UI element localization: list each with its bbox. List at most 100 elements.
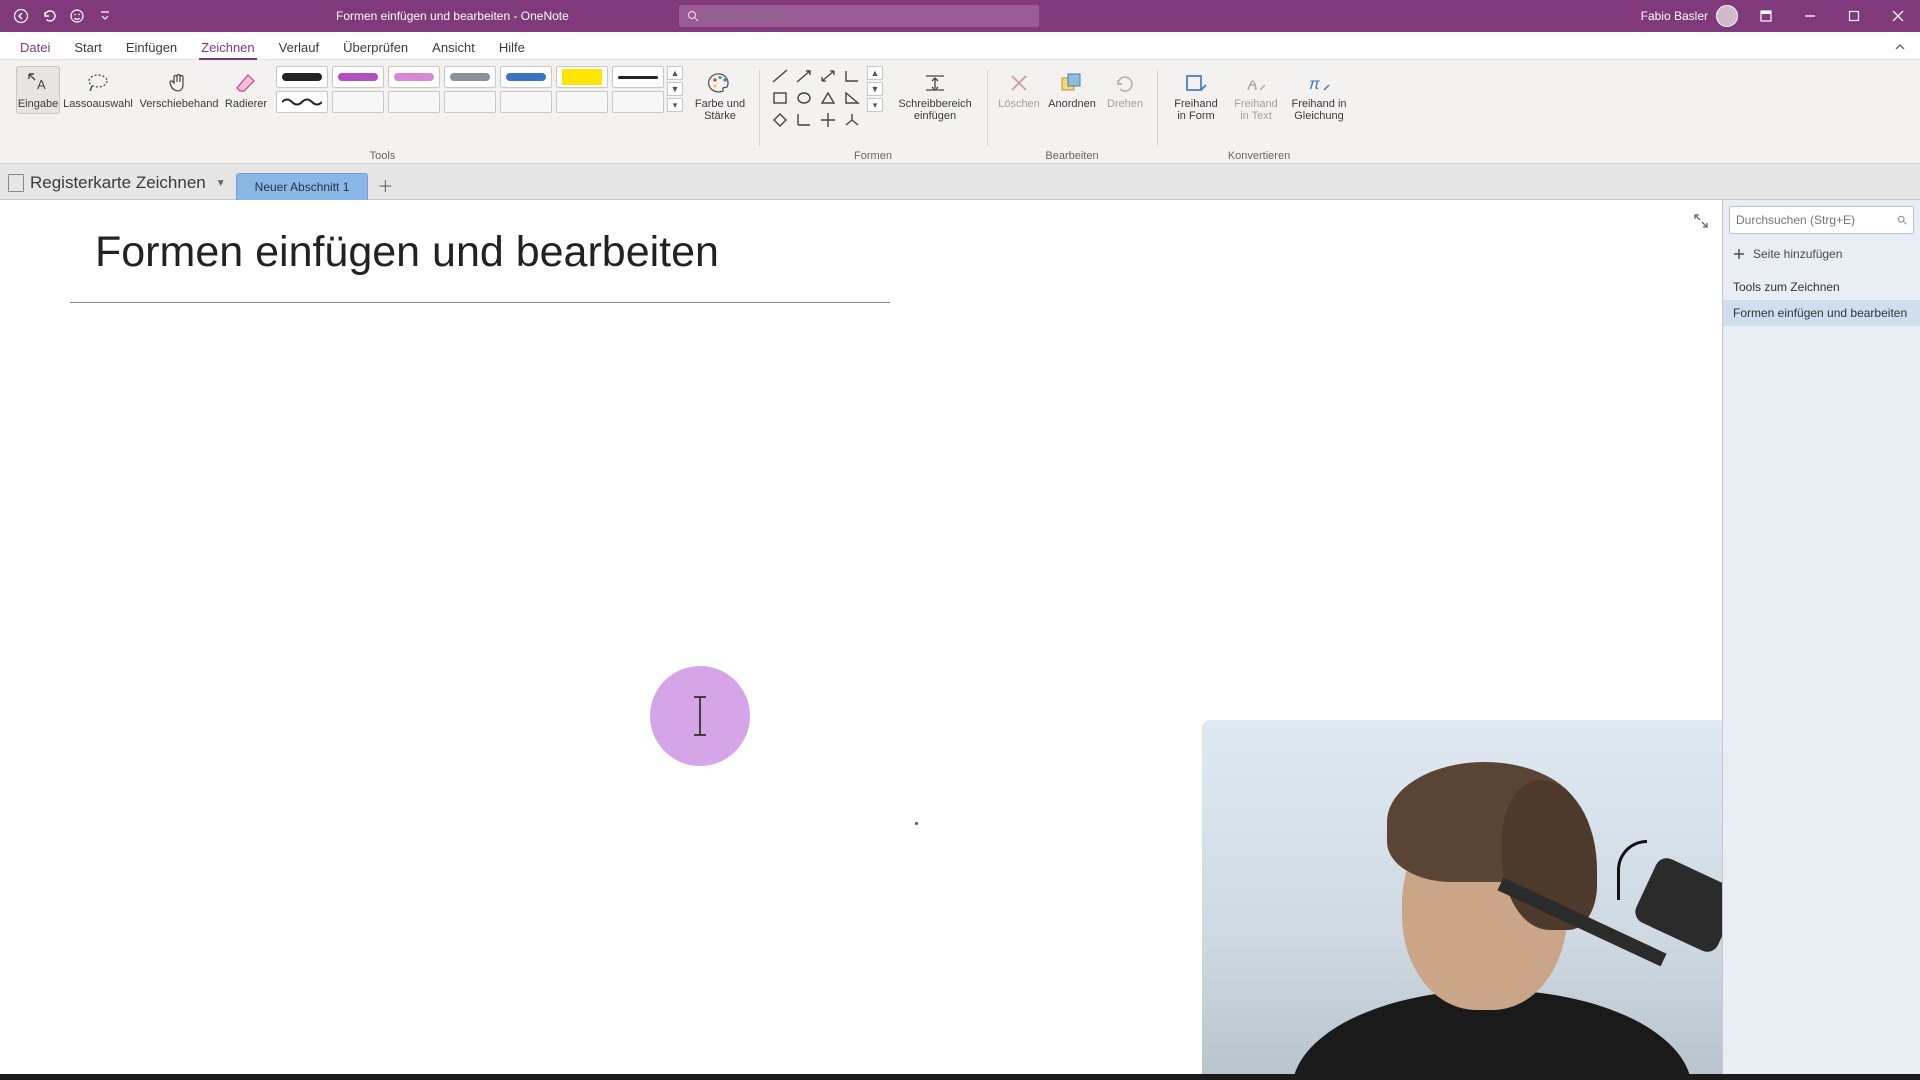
account-button[interactable]: Fabio Basler [1641,5,1738,27]
gallery-up-button[interactable]: ▲ [667,66,683,80]
ink-to-shape-icon [1183,70,1209,96]
page-canvas[interactable]: Formen einfügen und bearbeiten [0,200,1722,1080]
color-thickness-button[interactable]: Farbe und Stärke [691,66,749,126]
ink-to-text-icon [1243,70,1269,96]
tab-home[interactable]: Start [62,36,113,59]
group-label-convert: Konvertieren [1228,150,1290,162]
webcam-overlay [1202,720,1722,1080]
ink-to-shape-button[interactable]: Freihand in Form [1167,66,1225,126]
shape-axes-2d[interactable] [793,110,815,130]
pen-thin-black[interactable] [612,66,664,88]
page-list-item[interactable]: Tools zum Zeichnen [1723,274,1920,300]
section-tab[interactable]: Neuer Abschnitt 1 [236,173,369,200]
collapse-ribbon-button[interactable] [1888,35,1912,59]
ink-to-text-button[interactable]: Freihand in Text [1227,66,1285,126]
notebook-bar: Registerkarte Zeichnen ▼ Neuer Abschnitt… [0,164,1920,200]
pen-slot-empty[interactable] [556,91,608,113]
shape-diamond[interactable] [769,110,791,130]
lasso-button[interactable]: Lassoauswahl [62,66,134,114]
pen-gray[interactable] [444,66,496,88]
chevron-down-icon [100,11,110,21]
close-button[interactable] [1876,0,1920,32]
rotate-icon [1112,70,1138,96]
ink-to-math-label: Freihand in Gleichung [1290,98,1348,122]
shape-double-arrow[interactable] [817,66,839,86]
shape-rect[interactable] [769,88,791,108]
insert-space-button[interactable]: Schreibbereich einfügen [893,66,977,126]
global-search[interactable] [679,5,1039,27]
tab-history[interactable]: Verlauf [267,36,331,59]
rotate-button[interactable]: Drehen [1103,66,1147,114]
shape-triangle[interactable] [817,88,839,108]
touch-mode-button[interactable] [66,5,88,27]
tab-draw[interactable]: Zeichnen [189,36,266,59]
pen-slot-empty[interactable] [500,91,552,113]
shape-line[interactable] [769,66,791,86]
shapes-gallery[interactable] [769,66,863,130]
page-item-label: Tools zum Zeichnen [1733,280,1840,294]
avatar [1716,5,1738,27]
pen-slot-empty[interactable] [444,91,496,113]
fullscreen-button[interactable] [1690,210,1712,232]
tab-file[interactable]: Datei [8,36,62,59]
ink-to-math-button[interactable]: π Freihand in Gleichung [1287,66,1351,126]
page-title[interactable]: Formen einfügen und bearbeiten [95,228,719,283]
rotate-label: Drehen [1107,98,1143,110]
shape-elbow[interactable] [841,66,863,86]
group-edit: Löschen Anordnen Drehen Bearbeiten [987,64,1157,164]
delete-button[interactable]: Löschen [997,66,1041,114]
pen-gallery[interactable] [276,66,664,113]
gallery-down-button[interactable]: ▼ [667,82,683,96]
tab-help[interactable]: Hilfe [487,36,537,59]
page-list-item[interactable]: Formen einfügen und bearbeiten [1723,300,1920,326]
svg-text:π: π [1309,76,1320,93]
arrange-button[interactable]: Anordnen [1043,66,1101,114]
shape-ellipse[interactable] [793,88,815,108]
shape-axes-xy[interactable] [817,110,839,130]
minimize-button[interactable] [1788,0,1832,32]
pen-pink[interactable] [388,66,440,88]
gallery-more-button[interactable]: ▾ [667,98,683,112]
highlighter-yellow[interactable] [556,66,608,88]
pan-button[interactable]: Verschiebehand [136,66,222,114]
shapes-more-button[interactable]: ▾ [867,98,883,112]
chevron-down-icon: ▼ [216,178,226,189]
pen-wavy-black[interactable] [276,91,328,113]
eraser-label: Radierer [225,98,267,110]
type-button[interactable]: A Eingabe [16,66,60,114]
notebook-name: Registerkarte Zeichnen [30,173,206,193]
shapes-down-button[interactable]: ▼ [867,82,883,96]
ribbon-display-button[interactable] [1744,0,1788,32]
undo-button[interactable] [38,5,60,27]
global-search-input[interactable] [705,9,1031,23]
add-section-button[interactable]: ＋ [372,172,398,198]
search-icon [687,10,699,22]
shape-right-triangle[interactable] [841,88,863,108]
shape-arrow[interactable] [793,66,815,86]
pen-slot-empty[interactable] [388,91,440,113]
back-button[interactable] [10,5,32,27]
pen-slot-empty[interactable] [612,91,664,113]
page-search-input[interactable] [1736,213,1891,227]
palette-icon [707,70,733,96]
pan-label: Verschiebehand [140,98,219,110]
pen-blue[interactable] [500,66,552,88]
shapes-up-button[interactable]: ▲ [867,66,883,80]
tab-view[interactable]: Ansicht [420,36,487,59]
arrange-icon [1059,70,1085,96]
user-name: Fabio Basler [1641,9,1708,23]
pen-slot-empty[interactable] [332,91,384,113]
add-page-button[interactable]: Seite hinzufügen [1729,240,1914,268]
notebook-picker[interactable]: Registerkarte Zeichnen ▼ [6,173,236,199]
shape-axes-3d[interactable] [841,110,863,130]
ink-to-text-label: Freihand in Text [1230,98,1282,122]
tab-insert[interactable]: Einfügen [114,36,189,59]
pen-purple[interactable] [332,66,384,88]
tab-review[interactable]: Überprüfen [331,36,420,59]
pen-black[interactable] [276,66,328,88]
page-search[interactable] [1729,206,1914,234]
eraser-button[interactable]: Radierer [224,66,268,114]
maximize-button[interactable] [1832,0,1876,32]
qat-customize-button[interactable] [94,5,116,27]
expand-icon [1693,213,1709,229]
